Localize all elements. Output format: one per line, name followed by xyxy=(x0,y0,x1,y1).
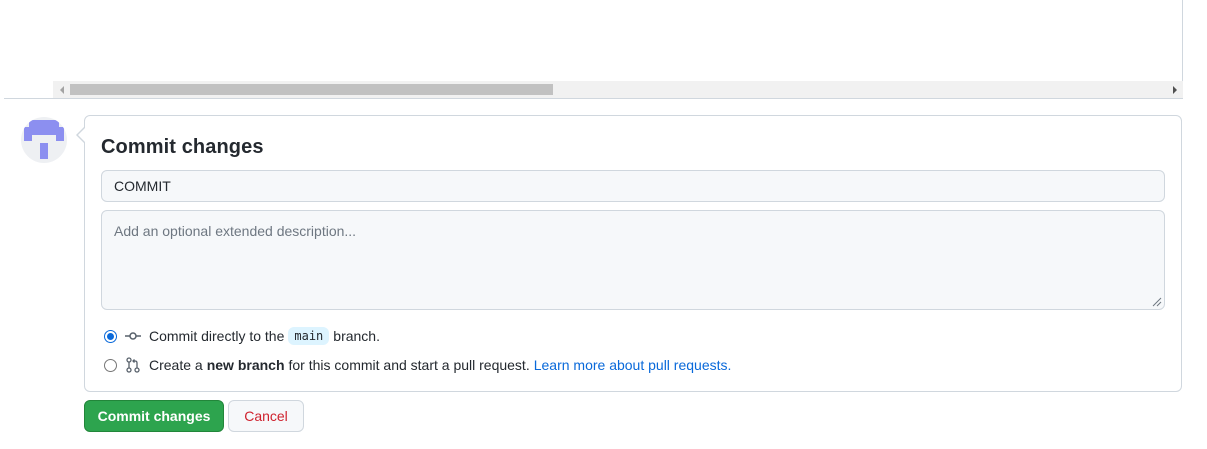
branch-name: main xyxy=(288,327,330,345)
new-branch-option[interactable]: Create a new branch for this commit and … xyxy=(104,355,731,375)
commit-changes-button[interactable]: Commit changes xyxy=(84,400,224,432)
new-branch-bold: new branch xyxy=(206,357,285,373)
scrollbar-thumb[interactable] xyxy=(70,84,553,95)
new-branch-radio[interactable] xyxy=(104,358,117,372)
new-branch-prefix: Create a xyxy=(149,357,203,373)
cancel-button[interactable]: Cancel xyxy=(228,400,304,432)
scroll-left-arrow-icon[interactable] xyxy=(53,81,70,98)
learn-more-pull-requests-link[interactable]: Learn more about pull requests. xyxy=(534,357,732,373)
scroll-right-arrow-icon[interactable] xyxy=(1166,81,1183,98)
git-pull-request-icon xyxy=(126,357,140,373)
commit-direct-prefix: Commit directly to the xyxy=(149,328,285,344)
resize-grip-icon[interactable] xyxy=(1152,297,1162,307)
commit-box-pointer-fill xyxy=(78,128,85,142)
identicon-avatar-icon xyxy=(24,120,64,159)
editor-divider xyxy=(4,98,1183,99)
commit-direct-radio[interactable] xyxy=(104,329,117,343)
horizontal-scrollbar[interactable] xyxy=(53,81,1183,98)
commit-direct-suffix: branch. xyxy=(333,328,380,344)
commit-description-input[interactable] xyxy=(101,210,1165,310)
git-commit-icon xyxy=(125,332,141,340)
commit-direct-option[interactable]: Commit directly to the main branch. xyxy=(104,326,380,346)
new-branch-suffix: for this commit and start a pull request… xyxy=(288,357,530,373)
commit-title: Commit changes xyxy=(101,136,264,158)
commit-summary-input[interactable] xyxy=(101,170,1165,202)
avatar xyxy=(21,117,67,163)
